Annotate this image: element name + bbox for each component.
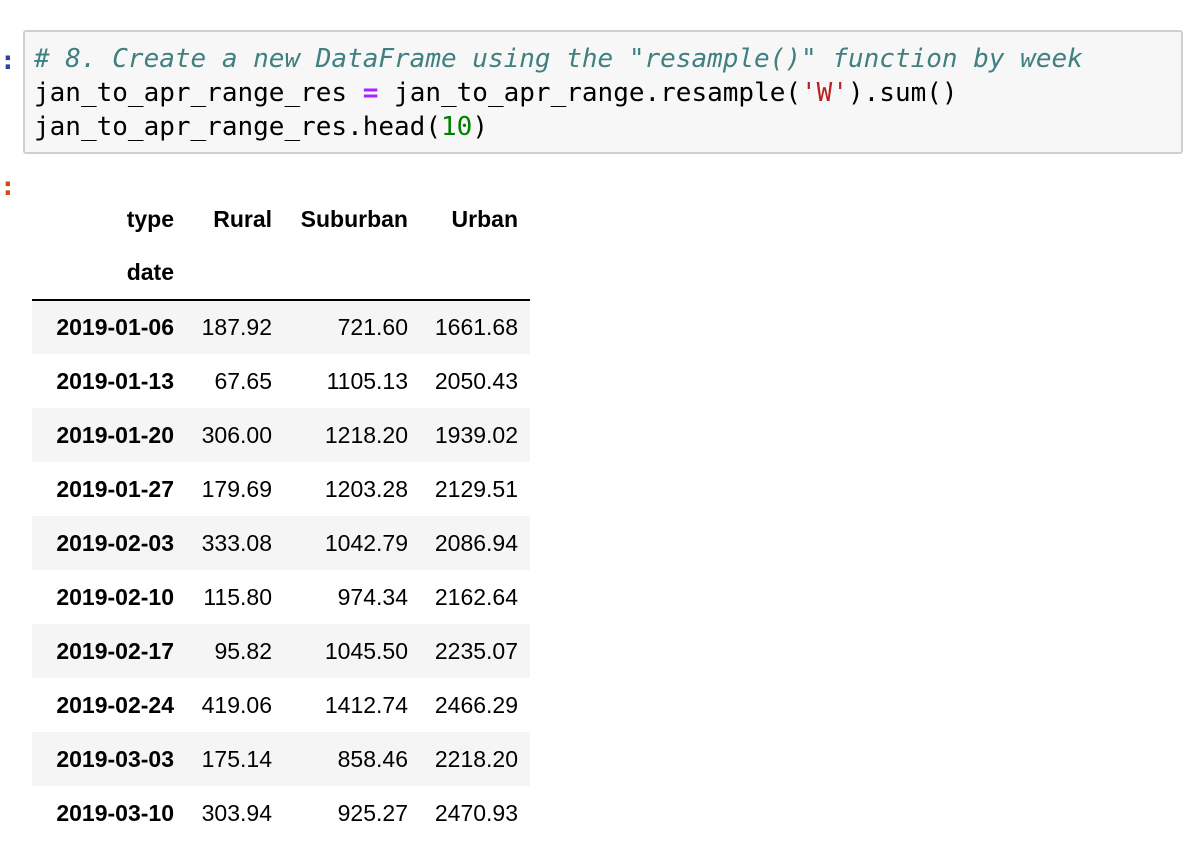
code-number: 10 xyxy=(441,112,473,142)
code-line-3: jan_to_apr_range_res.head(10) xyxy=(34,110,1181,144)
code-string: 'W' xyxy=(801,78,848,108)
cell-rural: 333.08 xyxy=(201,529,272,556)
code-operator: = xyxy=(362,78,379,108)
code-cell-editor[interactable]: # 8. Create a new DataFrame using the "r… xyxy=(23,30,1183,154)
empty-header-cell xyxy=(284,246,420,301)
table-row: 2019-01-27 179.69 1203.28 2129.51 xyxy=(32,462,530,516)
code-variable: jan_to_apr_range_res xyxy=(34,78,363,108)
table-row: 2019-03-03 175.14 858.46 2218.20 xyxy=(32,732,530,786)
empty-header-cell xyxy=(186,246,284,301)
table-row: 2019-01-06 187.92 721.60 1661.68 xyxy=(32,300,530,354)
row-index-date: 2019-01-13 xyxy=(56,367,174,394)
cell-urban: 2086.94 xyxy=(434,529,518,556)
row-index-date: 2019-02-17 xyxy=(56,637,174,664)
column-header-urban: Urban xyxy=(451,205,518,232)
code-line-1: # 8. Create a new DataFrame using the "r… xyxy=(34,42,1181,76)
input-prompt-marker: : xyxy=(0,46,16,76)
column-header-rural: Rural xyxy=(213,205,272,232)
cell-urban: 2218.20 xyxy=(434,745,518,772)
cell-suburban: 925.27 xyxy=(337,799,408,826)
row-index-date: 2019-02-03 xyxy=(56,529,174,556)
cell-rural: 303.94 xyxy=(201,799,272,826)
code-head-close: ) xyxy=(472,112,488,142)
dataframe-table: type Rural Suburban Urban date 2019-01-0… xyxy=(32,192,530,840)
cell-urban: 2470.93 xyxy=(434,799,518,826)
output-prompt-marker: : xyxy=(0,172,16,202)
column-header-suburban: Suburban xyxy=(300,205,408,232)
cell-rural: 179.69 xyxy=(201,475,272,502)
cell-suburban: 1042.79 xyxy=(324,529,408,556)
cell-rural: 175.14 xyxy=(201,745,272,772)
cell-urban: 2050.43 xyxy=(434,367,518,394)
cell-rural: 419.06 xyxy=(201,691,272,718)
index-name-header: date xyxy=(32,246,186,301)
cell-rural: 95.82 xyxy=(214,637,272,664)
row-index-date: 2019-02-24 xyxy=(56,691,174,718)
cell-suburban: 974.34 xyxy=(337,583,408,610)
row-index-date: 2019-03-10 xyxy=(56,799,174,826)
cell-urban: 2129.51 xyxy=(434,475,518,502)
table-row: 2019-02-17 95.82 1045.50 2235.07 xyxy=(32,624,530,678)
cell-suburban: 858.46 xyxy=(337,745,408,772)
index-name-row: date xyxy=(32,246,530,301)
cell-urban: 2466.29 xyxy=(434,691,518,718)
table-row: 2019-02-10 115.80 974.34 2162.64 xyxy=(32,570,530,624)
cell-rural: 306.00 xyxy=(201,421,272,448)
cell-suburban: 1105.13 xyxy=(326,367,408,394)
row-index-date: 2019-01-20 xyxy=(56,421,174,448)
table-row: 2019-02-24 419.06 1412.74 2466.29 xyxy=(32,678,530,732)
cell-urban: 1661.68 xyxy=(434,314,518,340)
row-index-date: 2019-01-06 xyxy=(56,314,174,340)
code-call-end: ).sum() xyxy=(848,78,958,108)
cell-rural: 67.65 xyxy=(214,367,272,394)
cell-suburban: 721.60 xyxy=(337,314,408,340)
row-index-date: 2019-03-03 xyxy=(56,745,174,772)
cell-urban: 2235.07 xyxy=(434,637,518,664)
cell-suburban: 1412.74 xyxy=(324,691,408,718)
columns-name-header: type xyxy=(126,205,174,232)
table-row: 2019-01-13 67.65 1105.13 2050.43 xyxy=(32,354,530,408)
cell-suburban: 1218.20 xyxy=(324,421,408,448)
cell-suburban: 1203.28 xyxy=(324,475,408,502)
cell-suburban: 1045.50 xyxy=(324,637,408,664)
output-area: type Rural Suburban Urban date 2019-01-0… xyxy=(32,192,530,840)
empty-header-cell xyxy=(420,246,530,301)
code-call-start: jan_to_apr_range.resample( xyxy=(378,78,802,108)
cell-rural: 115.80 xyxy=(203,583,272,610)
code-line-2: jan_to_apr_range_res = jan_to_apr_range.… xyxy=(34,76,1181,110)
code-head-call: jan_to_apr_range_res.head( xyxy=(34,112,441,142)
cell-urban: 2162.64 xyxy=(434,583,518,610)
code-comment: # 8. Create a new DataFrame using the "r… xyxy=(34,44,1083,74)
row-index-date: 2019-02-10 xyxy=(56,583,174,610)
table-row: 2019-01-20 306.00 1218.20 1939.02 xyxy=(32,408,530,462)
cell-urban: 1939.02 xyxy=(434,421,518,448)
table-row: 2019-02-03 333.08 1042.79 2086.94 xyxy=(32,516,530,570)
cell-rural: 187.92 xyxy=(201,314,272,340)
table-row: 2019-03-10 303.94 925.27 2470.93 xyxy=(32,786,530,840)
table-header-row: type Rural Suburban Urban xyxy=(32,192,530,246)
row-index-date: 2019-01-27 xyxy=(56,475,174,502)
